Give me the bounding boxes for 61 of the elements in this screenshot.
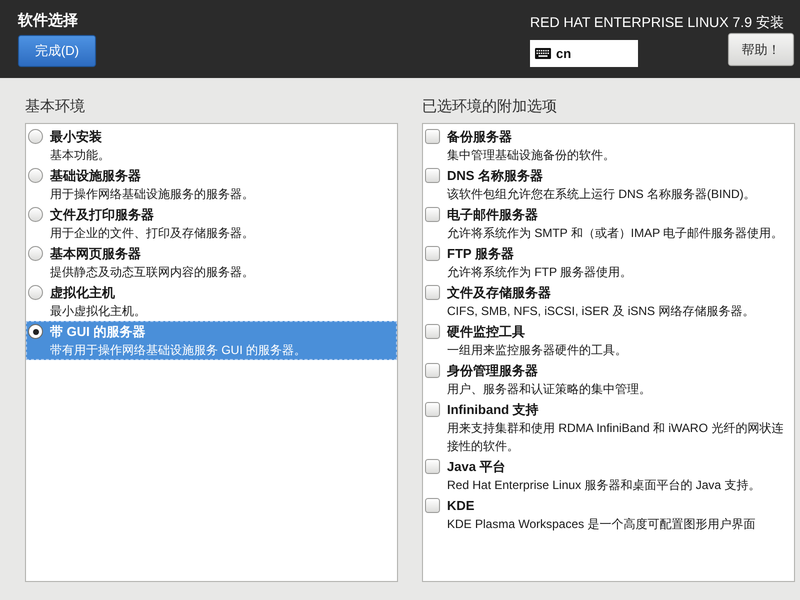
option-title: 带 GUI 的服务器 xyxy=(50,323,146,341)
environment-option[interactable]: 文件及打印服务器 用于企业的文件、打印及存储服务器。 xyxy=(26,204,397,243)
checkbox[interactable] xyxy=(425,129,440,144)
checkbox[interactable] xyxy=(425,459,440,474)
environment-option[interactable]: 最小安装 基本功能。 xyxy=(26,126,397,165)
option-description: 该软件包组允许您在系统上运行 DNS 名称服务器(BIND)。 xyxy=(447,186,757,203)
environment-option[interactable]: 基础设施服务器 用于操作网络基础设施服务的服务器。 xyxy=(26,165,397,204)
checkbox[interactable] xyxy=(425,363,440,378)
checkbox[interactable] xyxy=(425,324,440,339)
environment-option[interactable]: 虚拟化主机 最小虚拟化主机。 xyxy=(26,282,397,321)
radio-button[interactable] xyxy=(28,207,43,222)
environment-option[interactable]: 基本网页服务器 提供静态及动态互联网内容的服务器。 xyxy=(26,243,397,282)
option-description: KDE Plasma Workspaces 是一个高度可配置图形用户界面 xyxy=(447,516,756,533)
option-title: 文件及存储服务器 xyxy=(447,284,552,302)
option-title: 硬件监控工具 xyxy=(447,323,526,341)
option-title: 文件及打印服务器 xyxy=(50,206,155,224)
option-title: 电子邮件服务器 xyxy=(447,206,539,224)
option-description: Red Hat Enterprise Linux 服务器和桌面平台的 Java 支持。 xyxy=(447,477,762,494)
option-title: 备份服务器 xyxy=(447,128,513,146)
option-description: 用来支持集群和使用 RDMA InfiniBand 和 iWARO 光纤的网状连接性的软件。 xyxy=(447,420,784,455)
radio-button[interactable] xyxy=(28,129,43,144)
checkbox[interactable] xyxy=(425,402,440,417)
option-description: 用户、服务器和认证策略的集中管理。 xyxy=(447,381,652,398)
option-title: 基础设施服务器 xyxy=(50,167,142,185)
checkbox[interactable] xyxy=(425,246,440,261)
product-title: RED HAT ENTERPRISE LINUX 7.9 安装 xyxy=(530,13,785,31)
done-button[interactable]: 完成(D) xyxy=(18,35,96,67)
checkbox[interactable] xyxy=(425,498,440,513)
option-description: 用于企业的文件、打印及存储服务器。 xyxy=(50,225,255,242)
option-title: 基本网页服务器 xyxy=(50,245,142,263)
keyboard-icon xyxy=(535,48,551,59)
option-description: 最小虚拟化主机。 xyxy=(50,303,147,320)
option-title: Java 平台 xyxy=(447,458,507,476)
option-title: DNS 名称服务器 xyxy=(447,167,544,185)
checkbox[interactable] xyxy=(425,285,440,300)
option-title: 最小安装 xyxy=(50,128,103,146)
option-title: 虚拟化主机 xyxy=(50,284,116,302)
option-description: CIFS, SMB, NFS, iSCSI, iSER 及 iSNS 网络存储服务器。 xyxy=(447,303,756,320)
option-description: 允许将系统作为 SMTP 和（或者）IMAP 电子邮件服务器使用。 xyxy=(447,225,784,242)
option-description: 提供静态及动态互联网内容的服务器。 xyxy=(50,264,255,281)
page-title: 软件选择 xyxy=(18,12,78,30)
option-description: 允许将系统作为 FTP 服务器使用。 xyxy=(447,264,634,281)
option-description: 基本功能。 xyxy=(50,147,111,164)
radio-button[interactable] xyxy=(28,285,43,300)
option-title: Infiniband 支持 xyxy=(447,401,540,419)
option-title: 身份管理服务器 xyxy=(447,362,539,380)
radio-button[interactable] xyxy=(28,246,43,261)
option-description: 集中管理基础设施备份的软件。 xyxy=(447,147,616,164)
option-description: 一组用来监控服务器硬件的工具。 xyxy=(447,342,628,359)
section-heading: 已选环境的附加选项 xyxy=(422,97,558,117)
option-description: 带有用于操作网络基础设施服务 GUI 的服务器。 xyxy=(50,342,308,359)
checkbox[interactable] xyxy=(425,168,440,183)
option-title: KDE xyxy=(447,497,476,515)
radio-button[interactable] xyxy=(28,168,43,183)
keyboard-layout-field[interactable]: cn xyxy=(530,40,638,67)
radio-button[interactable] xyxy=(28,324,43,339)
option-title: FTP 服务器 xyxy=(447,245,515,263)
section-heading: 基本环境 xyxy=(25,97,86,117)
option-description: 用于操作网络基础设施服务的服务器。 xyxy=(50,186,255,203)
help-button[interactable]: 帮助！ xyxy=(728,33,794,66)
checkbox[interactable] xyxy=(425,207,440,222)
